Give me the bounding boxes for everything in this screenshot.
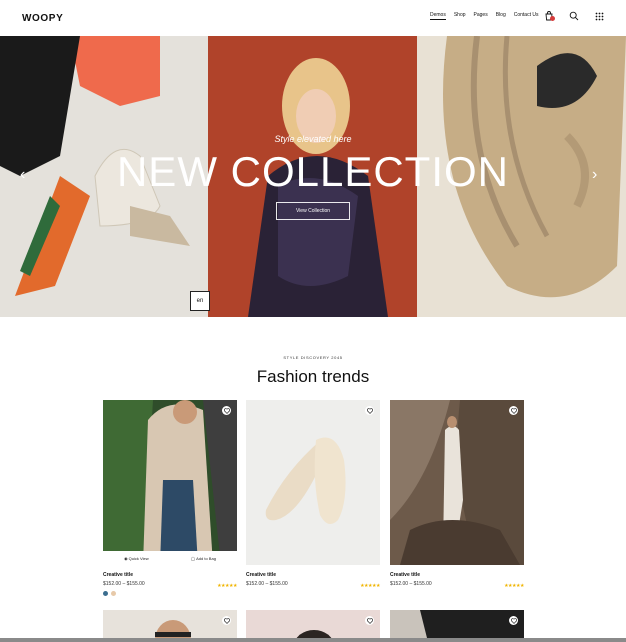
- product-image[interactable]: [246, 400, 380, 565]
- product-title[interactable]: Creative title: [246, 572, 380, 578]
- wishlist-icon[interactable]: [509, 406, 518, 415]
- cart-icon[interactable]: [542, 9, 556, 23]
- hero-slider: Style elevated here NEW COLLECTION View …: [0, 36, 626, 317]
- site-logo[interactable]: WOOPY: [22, 13, 63, 24]
- search-icon[interactable]: [567, 9, 581, 23]
- color-swatch[interactable]: [111, 591, 116, 596]
- add-to-bag-label: Add to Bag: [196, 555, 216, 561]
- nav-item-shop[interactable]: Shop: [454, 12, 466, 20]
- page: { "header": { "logo": "WOOPY", "nav": ["…: [0, 0, 626, 642]
- rating-stars: ★★★★★: [217, 583, 237, 589]
- quick-view-label: Quick View: [128, 555, 149, 561]
- section-title: Fashion trends: [256, 367, 370, 386]
- cart-count-badge: [550, 16, 555, 21]
- nav-item-pages[interactable]: Pages: [474, 12, 488, 20]
- color-swatches: [103, 591, 237, 596]
- view-collection-button[interactable]: View Collection: [276, 202, 350, 220]
- section-eyebrow: STYLE DISCOVERY 2045: [283, 355, 343, 360]
- product-title[interactable]: Creative title: [390, 572, 524, 578]
- product-card[interactable]: Creative title $152.00 – $155.00 ★★★★★: [390, 400, 524, 589]
- nav-item-contact[interactable]: Contact Us: [514, 12, 539, 20]
- wishlist-icon[interactable]: [222, 616, 231, 625]
- wishlist-icon[interactable]: [365, 616, 374, 625]
- hero-title: NEW COLLECTION: [116, 148, 510, 195]
- product-card[interactable]: ◉ Quick View ◯ Add to Bag Creative title…: [103, 400, 237, 596]
- grid-menu-icon[interactable]: [592, 9, 606, 23]
- site-header: WOOPY Demos Shop Pages Blog Contact Us: [0, 0, 626, 36]
- quick-actions-bar: ◉ Quick View ◯ Add to Bag: [103, 551, 237, 565]
- product-title[interactable]: Creative title: [103, 572, 237, 578]
- product-image[interactable]: [390, 400, 524, 565]
- bottom-bar: [0, 638, 626, 642]
- wishlist-icon[interactable]: [365, 406, 374, 415]
- add-to-bag-button[interactable]: ◯ Add to Bag: [191, 556, 216, 561]
- language-badge[interactable]: en: [190, 291, 210, 311]
- rating-stars: ★★★★★: [360, 583, 380, 589]
- nav-item-demos[interactable]: Demos: [430, 12, 446, 20]
- product-image[interactable]: ◉ Quick View ◯ Add to Bag: [103, 400, 237, 565]
- hero-subtitle: Style elevated here: [274, 134, 352, 144]
- main-nav: Demos Shop Pages Blog Contact Us: [430, 12, 538, 20]
- nav-item-blog[interactable]: Blog: [496, 12, 506, 20]
- wishlist-icon[interactable]: [222, 406, 231, 415]
- rating-stars: ★★★★★: [504, 583, 524, 589]
- header-icons: [542, 9, 606, 23]
- wishlist-icon[interactable]: [509, 616, 518, 625]
- quick-view-button[interactable]: ◉ Quick View: [124, 556, 149, 561]
- chevron-right-icon[interactable]: ›: [592, 166, 597, 184]
- chevron-left-icon[interactable]: ‹: [20, 166, 25, 184]
- color-swatch[interactable]: [103, 591, 108, 596]
- product-card[interactable]: Creative title $152.00 – $155.00 ★★★★★: [246, 400, 380, 589]
